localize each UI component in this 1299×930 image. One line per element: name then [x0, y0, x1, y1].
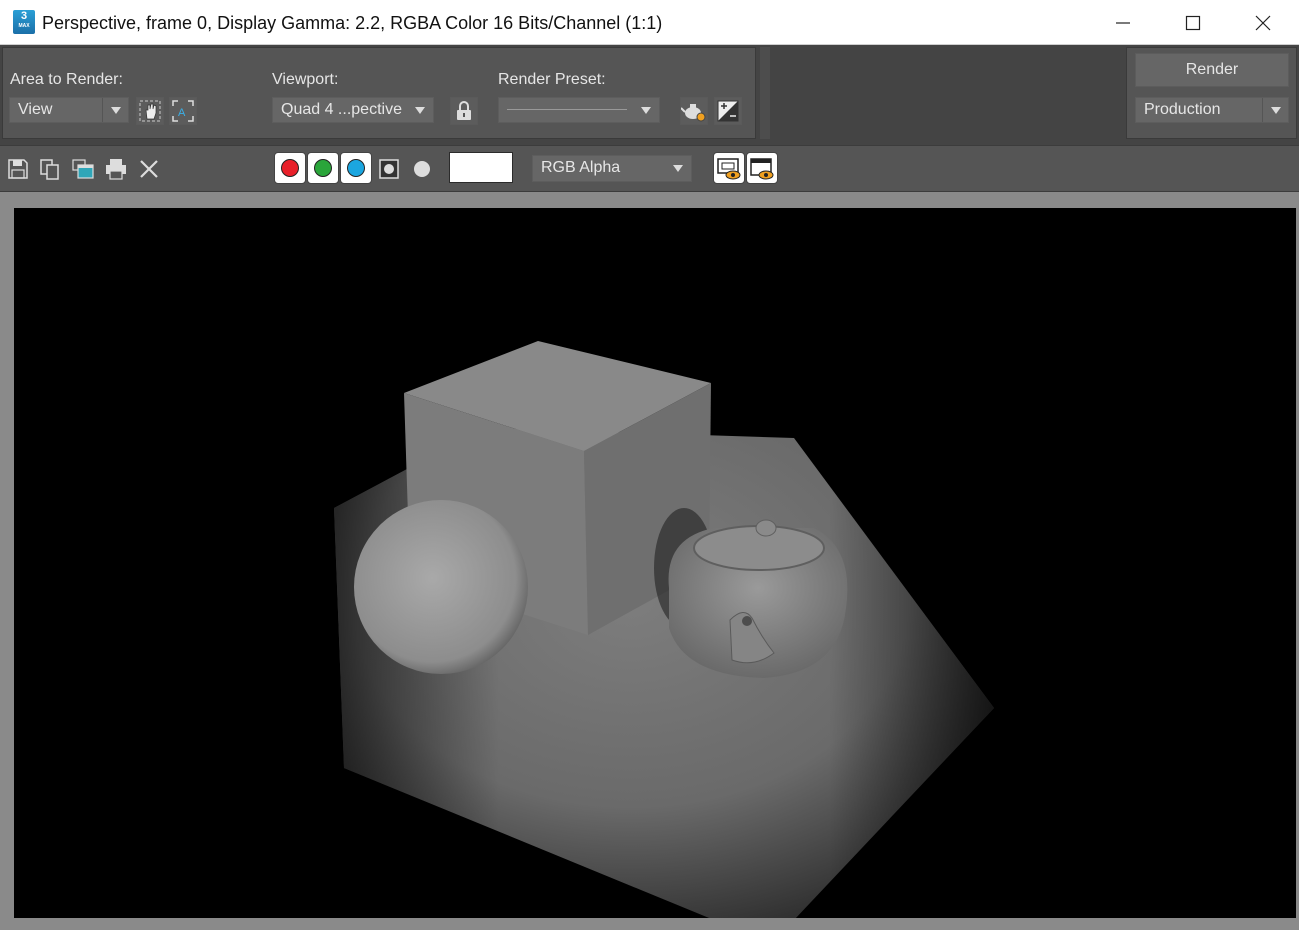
lock-icon: [457, 101, 471, 120]
red-channel-icon: [281, 159, 299, 177]
display-channel-dropdown[interactable]: RGB Alpha: [532, 155, 692, 182]
render-button[interactable]: Render: [1135, 53, 1289, 87]
sphere: [354, 500, 528, 674]
rendered-image: [14, 208, 1296, 918]
clear-x-icon: [140, 160, 158, 178]
alpha-channel-icon: [379, 159, 399, 179]
blue-channel-icon: [347, 159, 365, 177]
toggle-ui-overlay-button[interactable]: [713, 152, 745, 184]
monochrome-button[interactable]: [407, 154, 437, 184]
preset-empty-line: [507, 109, 627, 110]
close-button[interactable]: [1228, 0, 1298, 45]
exposure-icon: [717, 100, 739, 122]
app-icon: 3 MAX: [13, 10, 35, 34]
viewport-dropdown[interactable]: Quad 4 ...pective: [272, 97, 434, 123]
svg-text:A: A: [178, 107, 186, 119]
render-mode-dropdown[interactable]: Production: [1135, 97, 1289, 123]
chevron-down-icon: [633, 98, 659, 122]
display-channel-value: RGB Alpha: [541, 159, 621, 176]
chevron-down-icon: [1262, 98, 1288, 122]
print-image-button[interactable]: [101, 154, 131, 184]
image-frame: [0, 192, 1299, 930]
blue-channel-button[interactable]: [340, 152, 372, 184]
save-image-button[interactable]: [3, 154, 33, 184]
render-options-panel: [0, 45, 1299, 145]
clone-window-icon: [72, 159, 94, 179]
frame-buffer-toolbar: RGB Alpha: [0, 145, 1299, 192]
window-title: Perspective, frame 0, Display Gamma: 2.2…: [42, 13, 663, 33]
lock-viewport-button[interactable]: [450, 97, 478, 125]
copy-image-button[interactable]: [35, 154, 65, 184]
clear-button[interactable]: [134, 154, 164, 184]
rendered-scene: [334, 341, 994, 918]
save-icon: [8, 159, 28, 179]
render-mode-value: Production: [1144, 101, 1221, 118]
chevron-down-icon: [102, 98, 128, 122]
teapot-settings-icon: [681, 104, 706, 122]
alpha-channel-button[interactable]: [374, 154, 404, 184]
minimize-button[interactable]: [1088, 0, 1158, 45]
clone-window-button[interactable]: [68, 154, 98, 184]
toggle-ui-button[interactable]: [746, 152, 778, 184]
maximize-button[interactable]: [1158, 0, 1228, 45]
edit-region-button[interactable]: [136, 97, 164, 125]
title-bar: 3 MAX Perspective, frame 0, Display Gamm…: [0, 0, 1299, 45]
chevron-down-icon: [407, 98, 433, 122]
green-channel-button[interactable]: [307, 152, 339, 184]
viewport-label: Viewport:: [272, 71, 339, 88]
render-options-group: [2, 47, 756, 139]
exposure-control-button[interactable]: [714, 97, 742, 125]
viewport-value: Quad 4 ...pective: [281, 101, 402, 118]
area-to-render-dropdown[interactable]: View: [9, 97, 129, 123]
area-to-render-value: View: [18, 101, 53, 118]
close-icon: [1255, 15, 1271, 30]
hand-region-icon: [139, 100, 161, 122]
teapot: [668, 519, 848, 678]
maximize-icon: [1185, 15, 1201, 30]
render-preset-label: Render Preset:: [498, 71, 606, 88]
red-channel-button[interactable]: [274, 152, 306, 184]
green-channel-icon: [314, 159, 332, 177]
auto-region-button[interactable]: A: [169, 97, 197, 125]
ui-window-icon: [750, 158, 774, 180]
area-to-render-label: Area to Render:: [10, 71, 123, 88]
auto-region-icon: A: [172, 100, 194, 122]
monochrome-icon: [414, 161, 430, 177]
copy-icon: [40, 159, 59, 180]
app-icon-sub: MAX: [18, 23, 30, 29]
color-swatch[interactable]: [449, 152, 513, 183]
panel-divider: [760, 47, 770, 139]
render-setup-button[interactable]: [680, 97, 708, 125]
print-icon: [106, 159, 126, 180]
render-preset-dropdown[interactable]: [498, 97, 660, 123]
chevron-down-icon: [665, 156, 691, 180]
minimize-icon: [1116, 21, 1130, 24]
app-icon-number: 3: [20, 10, 28, 22]
overlay-window-icon: [717, 158, 741, 180]
